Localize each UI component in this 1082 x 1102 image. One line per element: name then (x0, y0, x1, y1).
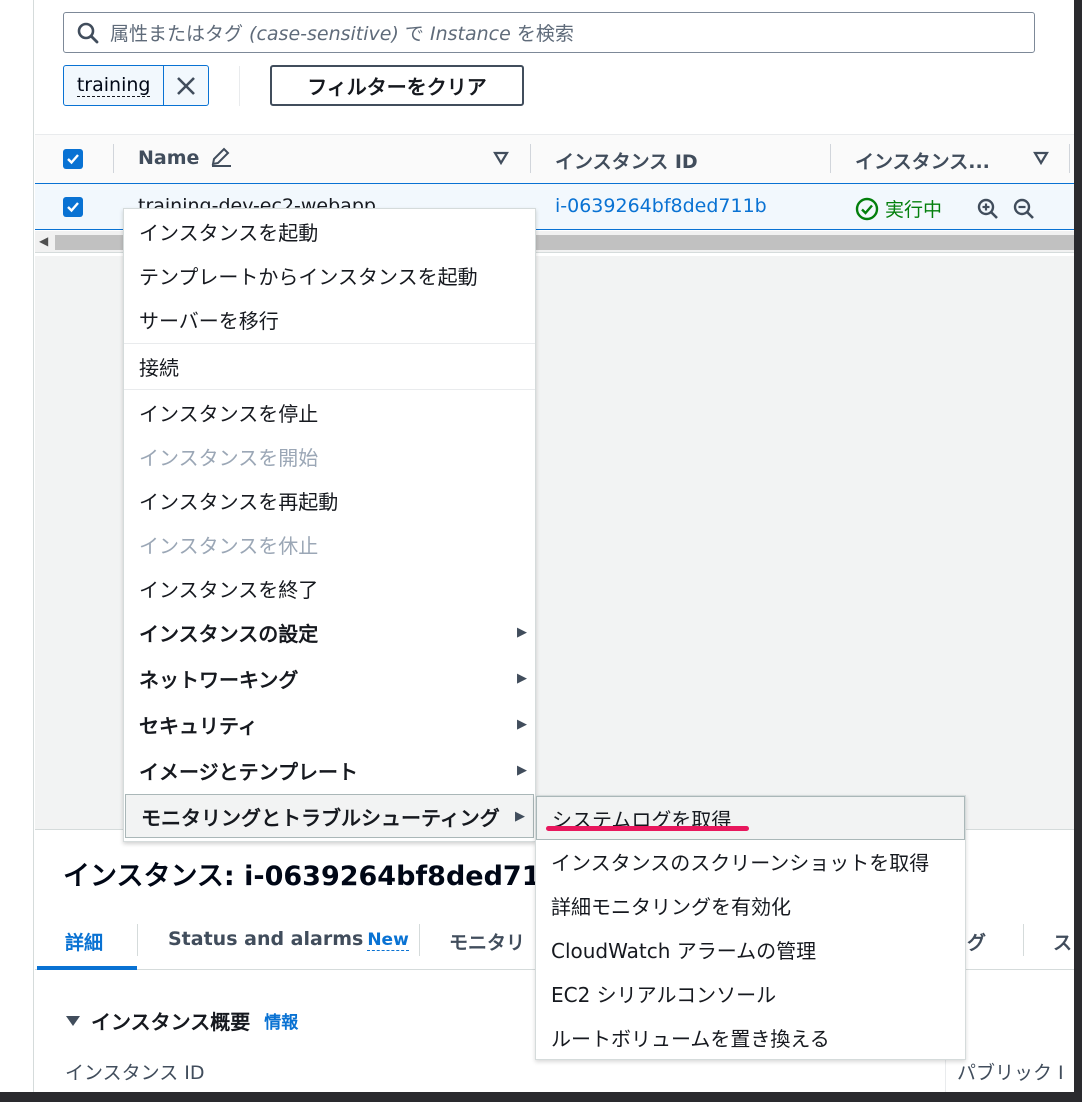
window-edge (1074, 0, 1082, 1102)
column-divider (1069, 144, 1070, 173)
row-checkbox[interactable] (63, 197, 83, 217)
new-badge: New (367, 930, 409, 951)
filter-token-label[interactable]: training (64, 66, 163, 105)
edit-icon (211, 147, 232, 167)
column-header-name[interactable]: Name (138, 147, 232, 169)
search-icon (77, 22, 99, 43)
menu-security[interactable]: セキュリティ ▶ (124, 702, 535, 746)
context-menu: インスタンスを起動 テンプレートからインスタンスを起動 サーバーを移行 接続 イ… (123, 208, 536, 842)
menu-connect[interactable]: 接続 (124, 344, 535, 388)
sort-down-icon[interactable] (493, 151, 509, 165)
instance-id-link[interactable]: i-0639264bf8ded711b (555, 195, 767, 217)
menu-networking[interactable]: ネットワーキング ▶ (124, 656, 535, 700)
search-placeholder: 属性またはタグ (case-sensitive) で Instance を検索 (110, 23, 574, 45)
window-edge (0, 1092, 1082, 1102)
summary-title: インスタンス概要 (91, 1010, 251, 1034)
submenu-ec2-serial-console[interactable]: EC2 シリアルコンソール (536, 971, 965, 1015)
submenu-monitor-and-troubleshoot: システムログを取得 インスタンスのスクリーンショットを取得 詳細モニタリングを有… (535, 795, 966, 1060)
check-icon (67, 202, 79, 213)
success-icon (855, 197, 879, 220)
tab-divider (137, 924, 138, 956)
menu-reboot-instance[interactable]: インスタンスを再起動 (124, 478, 535, 522)
tab-divider (419, 924, 420, 956)
menu-migrate-server[interactable]: サーバーを移行 (124, 297, 535, 341)
menu-monitor-and-troubleshoot[interactable]: モニタリングとトラブルシューティング ▶ (125, 794, 534, 838)
instance-summary-header[interactable]: インスタンス概要 情報 (65, 1006, 298, 1035)
scroll-left-icon[interactable]: ◀ (39, 234, 48, 248)
column-header-instance-id[interactable]: インスタンス ID (555, 147, 698, 174)
menu-instance-settings[interactable]: インスタンスの設定 ▶ (124, 610, 535, 654)
column-divider (530, 144, 531, 173)
clear-filters-button[interactable]: フィルターをクリア (270, 65, 524, 106)
submenu-manage-cloudwatch-alarms[interactable]: CloudWatch アラームの管理 (536, 927, 965, 971)
instance-state: 実行中 (855, 195, 1036, 222)
zoom-in-icon[interactable] (976, 197, 1000, 221)
chevron-right-icon: ▶ (515, 808, 525, 824)
tab-monitoring[interactable]: モニタリ (449, 928, 525, 955)
caret-down-icon (66, 1015, 80, 1026)
submenu-get-system-log[interactable]: システムログを取得 (536, 796, 965, 840)
divider (239, 66, 240, 106)
check-icon (67, 154, 79, 165)
menu-start-instance: インスタンスを開始 (139, 445, 319, 470)
tab-divider (1023, 924, 1024, 956)
submenu-replace-root-volume[interactable]: ルートボリュームを置き換える (536, 1015, 965, 1059)
filter-token: training (63, 65, 209, 106)
close-icon (177, 76, 196, 95)
select-all-checkbox[interactable] (63, 149, 83, 169)
field-label-instance-id: インスタンス ID (65, 1062, 205, 1084)
menu-launch-instance[interactable]: インスタンスを起動 (124, 209, 535, 253)
left-gutter (0, 0, 34, 1092)
column-divider (113, 144, 114, 173)
panel-title: インスタンス: i-0639264bf8ded711b (63, 861, 579, 892)
submenu-enable-detailed-monitoring[interactable]: 詳細モニタリングを有効化 (536, 883, 965, 927)
menu-stop-instance[interactable]: インスタンスを停止 (124, 390, 535, 434)
column-header-instance-state[interactable]: インスタンス... (855, 147, 990, 174)
chevron-right-icon: ▶ (517, 762, 527, 778)
zoom-out-icon[interactable] (1012, 197, 1036, 221)
chevron-right-icon: ▶ (517, 716, 527, 732)
submenu-get-instance-screenshot[interactable]: インスタンスのスクリーンショットを取得 (536, 839, 965, 883)
instance-state-label: 実行中 (885, 199, 943, 221)
chevron-right-icon: ▶ (517, 624, 527, 640)
annotation-underline (546, 826, 749, 831)
menu-image-and-templates[interactable]: イメージとテンプレート ▶ (124, 748, 535, 792)
tab-status-and-alarms[interactable]: Status and alarms New (168, 928, 409, 951)
remove-filter-button[interactable] (163, 66, 208, 105)
active-tab-indicator (37, 966, 137, 970)
table-header: Name インスタンス ID インスタンス... (35, 134, 1074, 184)
tab-logging[interactable]: グ (967, 928, 986, 955)
menu-terminate-instance[interactable]: インスタンスを終了 (124, 566, 535, 610)
chevron-right-icon: ▶ (517, 670, 527, 686)
ec2-console: 属性またはタグ (case-sensitive) で Instance を検索 … (0, 0, 1074, 1092)
tab-details[interactable]: 詳細 (65, 928, 103, 955)
menu-launch-from-template[interactable]: テンプレートからインスタンスを起動 (124, 253, 535, 297)
column-divider (830, 144, 831, 173)
sort-down-icon[interactable] (1033, 151, 1049, 165)
info-link[interactable]: 情報 (264, 1008, 298, 1033)
field-label-public-ip: パブリック I (957, 1062, 1064, 1084)
search-input[interactable]: 属性またはタグ (case-sensitive) で Instance を検索 (63, 12, 1035, 53)
tab-storage[interactable]: ス (1053, 928, 1072, 955)
menu-hibernate-instance: インスタンスを休止 (139, 533, 319, 558)
